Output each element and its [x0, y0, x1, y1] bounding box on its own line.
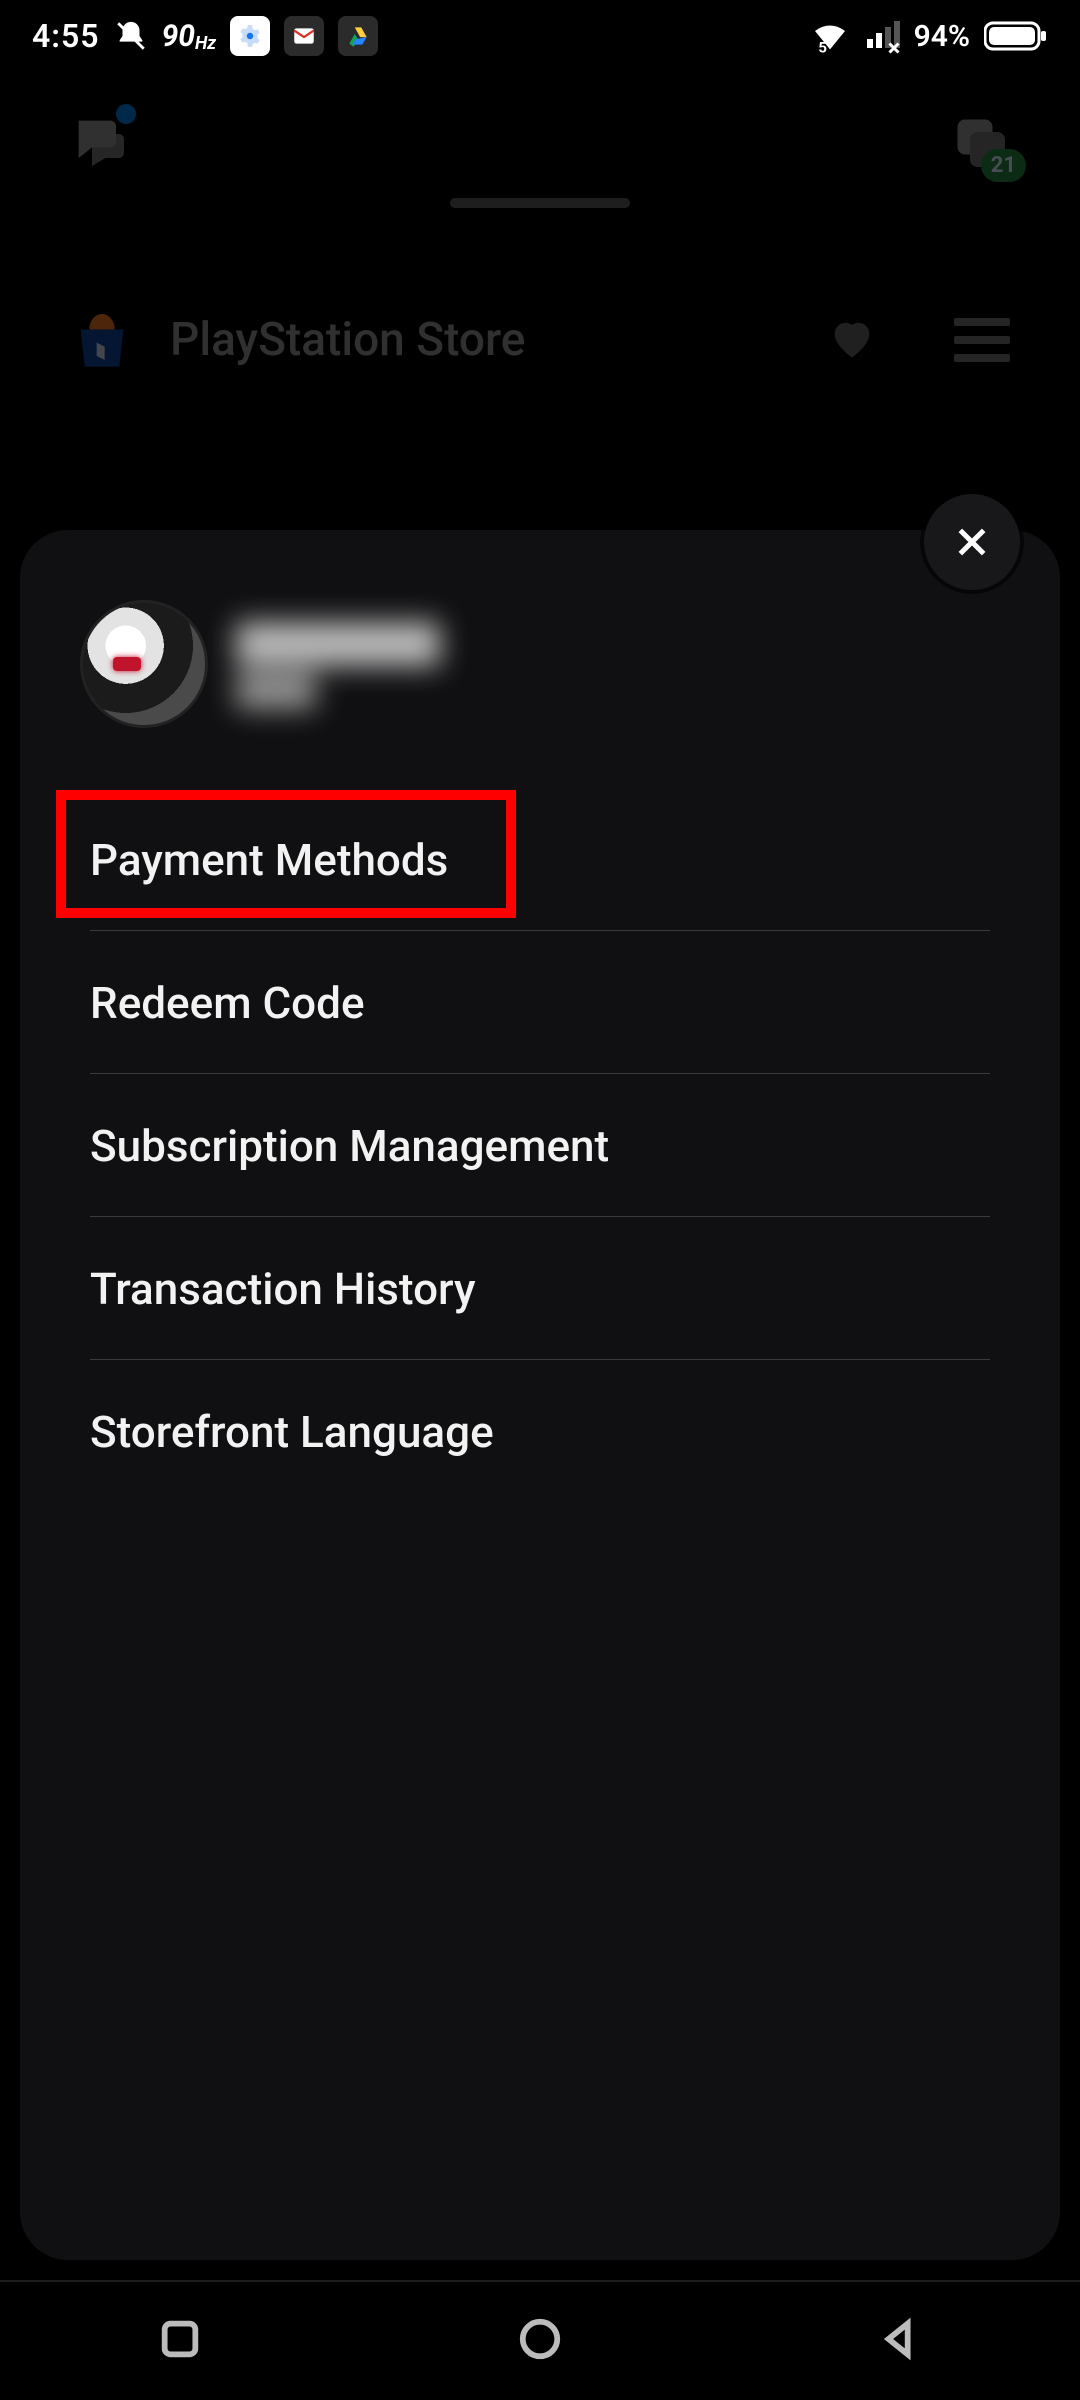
avatar: [80, 600, 208, 728]
nav-recents-icon[interactable]: [157, 2316, 203, 2366]
battery-percentage: 94%: [914, 19, 970, 54]
account-menu-sheet: ████████ ████ Payment Methods Redeem Cod…: [20, 530, 1060, 2260]
game-notification-badge: 21: [981, 149, 1026, 182]
game-dice-icon[interactable]: 21: [940, 102, 1020, 182]
menu-item-storefront-language[interactable]: Storefront Language: [90, 1360, 990, 1502]
system-nav-bar: [0, 2280, 1080, 2400]
store-title: PlayStation Store: [170, 313, 790, 367]
menu-item-subscription-management[interactable]: Subscription Management: [90, 1074, 990, 1217]
cellular-signal-icon: [864, 18, 900, 54]
menu-item-payment-methods[interactable]: Payment Methods: [90, 788, 990, 931]
profile-row[interactable]: ████████ ████: [20, 530, 1060, 748]
menu-item-transaction-history[interactable]: Transaction History: [90, 1217, 990, 1360]
svg-text:5: 5: [818, 39, 827, 56]
status-bar: 4:55 90Hz 5 94%: [0, 0, 1080, 72]
nav-back-icon[interactable]: [877, 2316, 923, 2366]
wifi-icon: 5: [810, 16, 850, 56]
drive-app-icon: [338, 16, 378, 56]
battery-icon: [984, 20, 1048, 52]
do-not-disturb-icon: [114, 19, 148, 53]
chat-icon[interactable]: [60, 102, 140, 182]
nav-home-icon[interactable]: [517, 2316, 563, 2366]
chat-notification-dot: [116, 104, 136, 124]
profile-sub: ████: [236, 674, 440, 707]
clock: 4:55: [32, 17, 100, 55]
account-menu: Payment Methods Redeem Code Subscription…: [20, 748, 1060, 1502]
refresh-rate: 90Hz: [162, 19, 217, 54]
wishlist-heart-icon[interactable]: [826, 312, 878, 368]
close-button[interactable]: [924, 494, 1020, 590]
sheet-drag-handle[interactable]: [450, 198, 630, 208]
menu-item-redeem-code[interactable]: Redeem Code: [90, 931, 990, 1074]
gmail-app-icon: [284, 16, 324, 56]
ps-store-bag-icon: [70, 308, 134, 372]
profile-name: ████████: [236, 622, 440, 664]
menu-hamburger-icon[interactable]: [954, 318, 1010, 362]
settings-app-icon: [230, 16, 270, 56]
